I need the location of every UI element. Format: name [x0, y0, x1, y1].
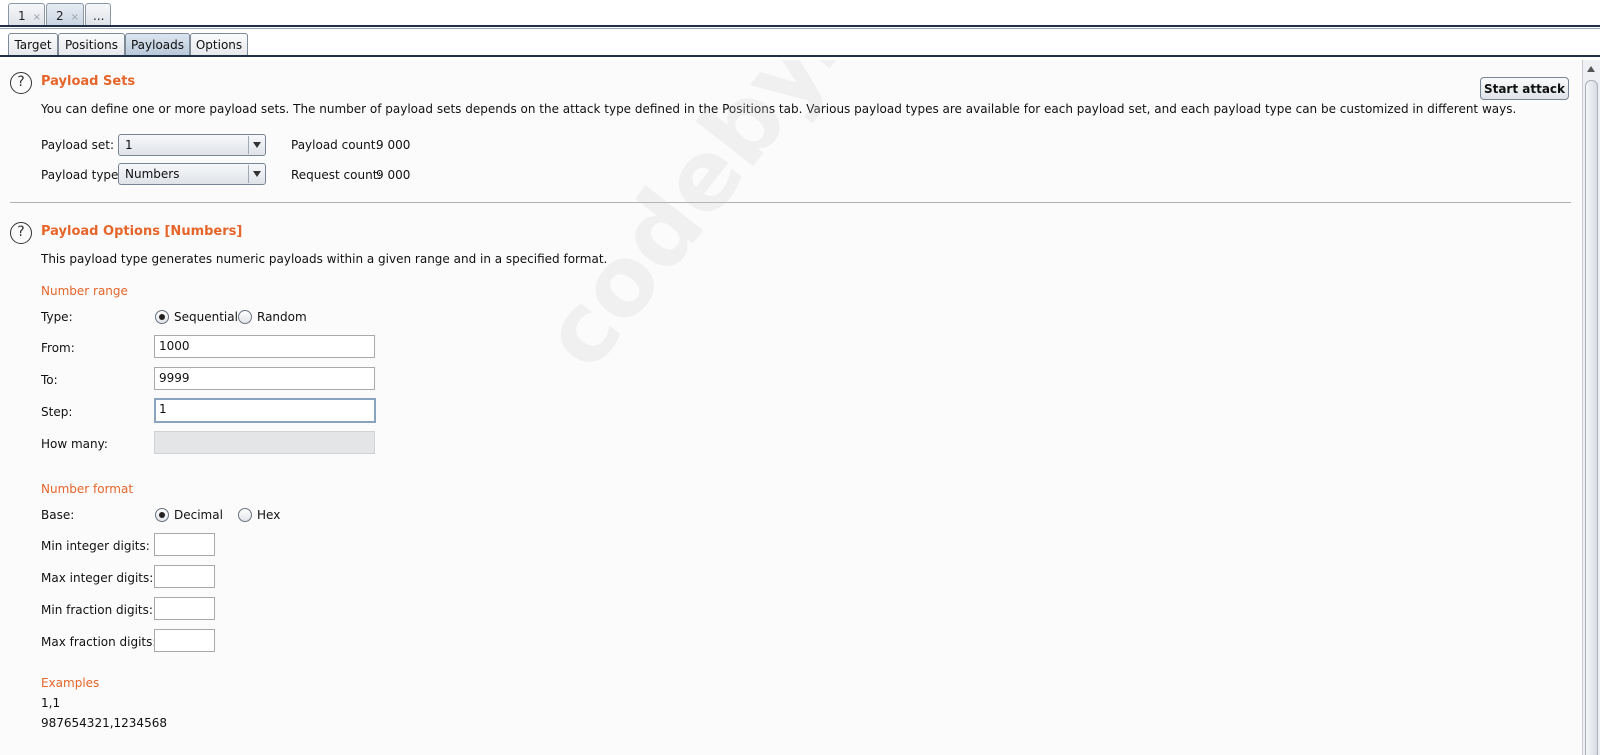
request-count-value: 9 000 [376, 168, 411, 182]
chevron-down-icon[interactable] [248, 136, 264, 154]
step-input[interactable]: 1 [154, 398, 376, 423]
how-many-input [154, 431, 375, 454]
to-input[interactable]: 9999 [154, 367, 375, 390]
payload-options-title: Payload Options [Numbers] [41, 224, 243, 239]
example-line: 987654321,1234568 [41, 716, 167, 730]
sequential-label[interactable]: Sequential [174, 310, 238, 324]
start-attack-button[interactable]: Start attack [1480, 77, 1569, 100]
how-many-label: How many: [41, 437, 108, 451]
section-divider [10, 202, 1571, 203]
payload-type-select[interactable]: Numbers [118, 163, 266, 185]
hex-label[interactable]: Hex [257, 508, 280, 522]
scroll-up-icon[interactable] [1587, 66, 1595, 72]
min-fraction-digits-input[interactable] [154, 597, 215, 620]
help-icon[interactable]: ? [10, 72, 32, 94]
attack-tab-label: 2 [56, 9, 64, 23]
sub-tab-bar: Target Positions Payloads Options [0, 29, 1600, 58]
payload-set-value: 1 [125, 138, 133, 152]
base-label: Base: [41, 508, 75, 522]
tab-payloads[interactable]: Payloads [125, 33, 190, 56]
payloads-panel: ? Payload Sets Start attack You can defi… [0, 60, 1582, 755]
new-tab-button[interactable]: ... [85, 3, 111, 27]
max-integer-digits-label: Max integer digits: [41, 571, 154, 585]
tab-target[interactable]: Target [8, 33, 58, 56]
payload-count-label: Payload count: [291, 138, 380, 152]
hex-radio[interactable] [238, 508, 252, 522]
attack-tab-2[interactable]: 2 × [46, 3, 84, 27]
number-format-heading: Number format [41, 482, 134, 496]
max-integer-digits-input[interactable] [154, 565, 215, 588]
tab-divider [0, 25, 1600, 27]
from-input[interactable]: 1000 [154, 335, 375, 358]
max-fraction-digits-input[interactable] [154, 629, 215, 652]
request-count-label: Request count: [291, 168, 382, 182]
payload-sets-description: You can define one or more payload sets.… [41, 102, 1517, 116]
min-integer-digits-input[interactable] [154, 533, 215, 556]
random-label[interactable]: Random [257, 310, 307, 324]
type-label: Type: [41, 310, 73, 324]
close-icon[interactable]: × [71, 12, 79, 23]
scrollbar-thumb[interactable] [1585, 80, 1598, 755]
new-tab-label: ... [93, 9, 105, 23]
chevron-down-icon[interactable] [248, 165, 264, 183]
attack-tab-label: 1 [18, 9, 26, 23]
tab-positions[interactable]: Positions [58, 33, 125, 56]
payload-type-label: Payload type: [41, 168, 123, 182]
decimal-label[interactable]: Decimal [174, 508, 223, 522]
tab-options[interactable]: Options [190, 33, 248, 56]
payload-sets-title: Payload Sets [41, 74, 136, 89]
examples-heading: Examples [41, 676, 100, 690]
attack-tab-bar: 1 × 2 × ... [0, 0, 1600, 29]
example-line: 1,1 [41, 696, 61, 710]
vertical-scrollbar[interactable] [1582, 60, 1600, 755]
payload-set-select[interactable]: 1 [118, 134, 266, 156]
payload-type-value: Numbers [125, 167, 180, 181]
help-icon[interactable]: ? [10, 222, 32, 244]
attack-tab-1[interactable]: 1 × [8, 3, 45, 27]
step-label: Step: [41, 405, 73, 419]
sequential-radio[interactable] [155, 310, 169, 324]
random-radio[interactable] [238, 310, 252, 324]
sub-tab-divider [0, 55, 1600, 57]
number-range-heading: Number range [41, 284, 128, 298]
min-integer-digits-label: Min integer digits: [41, 539, 150, 553]
close-icon[interactable]: × [33, 12, 41, 23]
payload-count-value: 9 000 [376, 138, 411, 152]
payload-set-label: Payload set: [41, 138, 114, 152]
payload-options-description: This payload type generates numeric payl… [41, 252, 608, 266]
min-fraction-digits-label: Min fraction digits: [41, 603, 153, 617]
decimal-radio[interactable] [155, 508, 169, 522]
from-label: From: [41, 341, 75, 355]
to-label: To: [41, 373, 58, 387]
max-fraction-digits-label: Max fraction digits: [41, 635, 157, 649]
